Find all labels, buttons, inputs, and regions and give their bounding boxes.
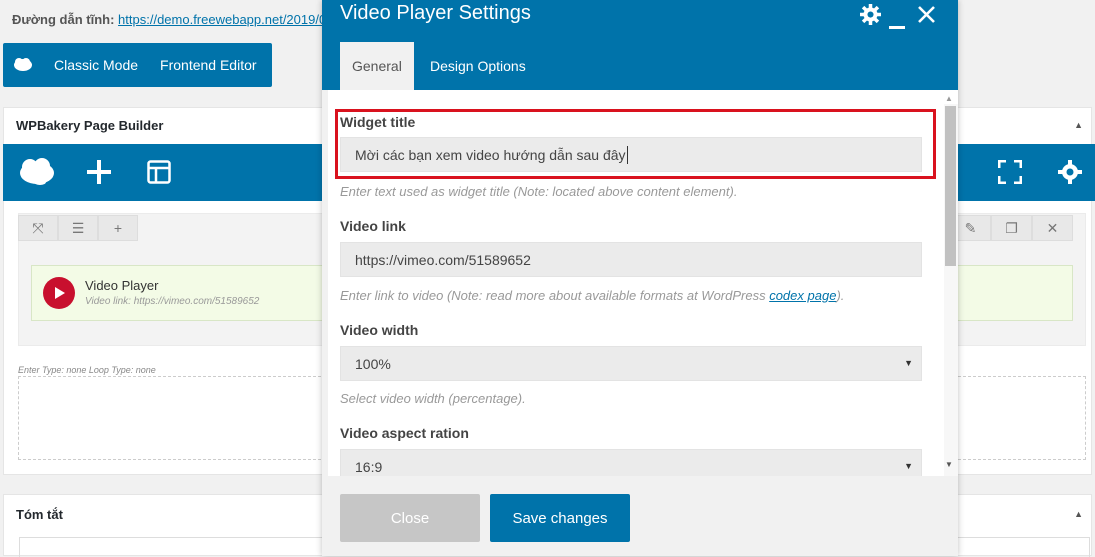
- video-player-settings-modal: Video Player Settings General Design Opt…: [322, 0, 958, 556]
- widget-title-value: Mời các bạn xem video hướng dẫn sau đây: [355, 146, 626, 163]
- tab-general[interactable]: General: [340, 42, 414, 90]
- video-link-help: Enter link to video (Note: read more abo…: [340, 288, 844, 303]
- widget-title-label: Widget title: [340, 114, 416, 130]
- permalink: Đường dẫn tĩnh: https://demo.freewebapp.…: [12, 12, 326, 27]
- codex-page-link[interactable]: codex page: [769, 288, 836, 303]
- tab-design-options[interactable]: Design Options: [418, 42, 538, 90]
- templates-icon[interactable]: [147, 160, 171, 187]
- aspect-ratio-select[interactable]: 16:9 ▼: [340, 449, 922, 476]
- scrollbar-thumb[interactable]: [945, 106, 956, 266]
- close-icon[interactable]: [918, 6, 935, 26]
- modal-title: Video Player Settings: [340, 2, 531, 24]
- wpbakery-logo-icon: [3, 57, 43, 73]
- loop-note: Enter Type: none Loop Type: none: [18, 365, 156, 375]
- video-link-input[interactable]: https://vimeo.com/51589652: [340, 242, 922, 277]
- modal-settings-gear-icon[interactable]: [860, 4, 881, 28]
- permalink-url[interactable]: https://demo.freewebapp.net/2019/0: [118, 12, 326, 27]
- wpbakery-cloud-icon[interactable]: [18, 156, 56, 189]
- modal-footer: Close Save changes: [322, 476, 958, 556]
- editor-mode-bar: Classic Mode Frontend Editor: [3, 43, 272, 87]
- settings-gear-icon[interactable]: [1058, 160, 1082, 187]
- save-changes-button[interactable]: Save changes: [490, 494, 630, 542]
- row-controls: ⤧ ☰ +: [18, 215, 138, 241]
- row-move-icon[interactable]: ⤧: [18, 215, 58, 241]
- video-width-help: Select video width (percentage).: [340, 391, 526, 406]
- scroll-down-arrow-icon[interactable]: ▼: [945, 460, 953, 469]
- modal-header: Video Player Settings General Design Opt…: [322, 0, 958, 90]
- play-icon: [43, 277, 75, 309]
- summary-collapse-icon[interactable]: ▲: [1074, 509, 1083, 519]
- video-link-label: Video link: [340, 218, 406, 234]
- panel-collapse-icon[interactable]: ▲: [1074, 120, 1083, 130]
- add-element-icon[interactable]: [87, 160, 111, 187]
- aspect-ratio-label: Video aspect ration: [340, 425, 469, 441]
- text-caret: [626, 145, 628, 164]
- summary-panel-title: Tóm tắt: [16, 507, 63, 522]
- panel-title: WPBakery Page Builder: [16, 118, 164, 133]
- video-width-value: 100%: [355, 355, 391, 372]
- video-width-label: Video width: [340, 322, 419, 338]
- classic-mode-button[interactable]: Classic Mode: [43, 57, 149, 73]
- close-button[interactable]: Close: [340, 494, 480, 542]
- frontend-editor-button[interactable]: Frontend Editor: [149, 57, 268, 73]
- minimize-icon[interactable]: [889, 18, 905, 33]
- video-link-help-suffix: ).: [836, 288, 845, 303]
- video-link-value: https://vimeo.com/51589652: [355, 251, 531, 268]
- scroll-up-arrow-icon[interactable]: ▲: [945, 94, 953, 103]
- row-layout-icon[interactable]: ☰: [58, 215, 98, 241]
- row-delete-icon[interactable]: ✕: [1032, 215, 1073, 241]
- widget-title-input[interactable]: Mời các bạn xem video hướng dẫn sau đây: [340, 137, 922, 172]
- video-width-select[interactable]: 100% ▼: [340, 346, 922, 381]
- aspect-ratio-value: 16:9: [355, 458, 383, 475]
- dropdown-arrow-icon: ▼: [904, 461, 913, 471]
- permalink-label: Đường dẫn tĩnh:: [12, 12, 115, 27]
- fullscreen-icon[interactable]: [997, 159, 1023, 187]
- row-add-icon[interactable]: +: [98, 215, 138, 241]
- video-link-help-prefix: Enter link to video (Note: read more abo…: [340, 288, 770, 303]
- row-actions: ✎ ❐ ✕: [950, 215, 1073, 241]
- dropdown-arrow-icon: ▼: [904, 358, 913, 368]
- row-clone-icon[interactable]: ❐: [991, 215, 1032, 241]
- widget-title-help: Enter text used as widget title (Note: l…: [340, 184, 738, 199]
- modal-body: Widget title Mời các bạn xem video hướng…: [328, 90, 958, 476]
- element-subtitle: Video link: https://vimeo.com/51589652: [85, 296, 260, 307]
- element-title: Video Player: [85, 278, 159, 293]
